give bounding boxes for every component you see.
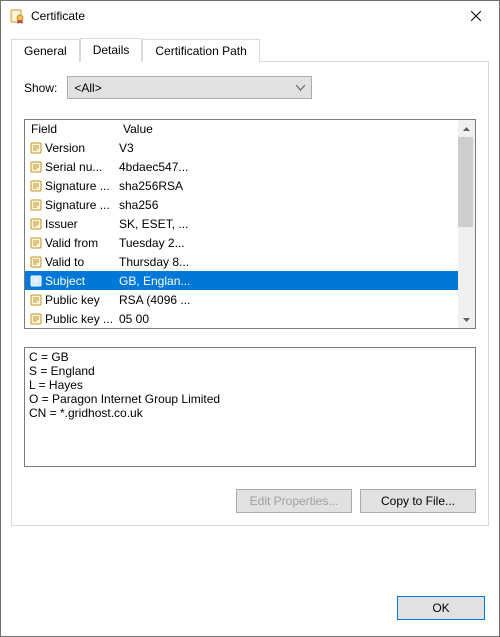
table-row[interactable]: Valid from Tuesday 2... [25,233,458,252]
tab-general[interactable]: General [11,39,80,62]
field-detail-text[interactable]: C = GB S = England L = Hayes O = Paragon… [24,347,476,467]
row-field: Public key ... [45,312,113,326]
row-value: 4bdaec547... [119,160,456,174]
table-row[interactable]: Valid to Thursday 8... [25,252,458,271]
cert-field-icon [29,255,42,268]
certificate-fields-list[interactable]: Field Value Version V3 Serial nu... 4bdaec5… [24,119,476,329]
header-field[interactable]: Field [25,120,117,138]
row-field: Subject [45,274,85,288]
row-value: V3 [119,141,456,155]
tab-details[interactable]: Details [80,38,143,62]
dialog-footer: OK [1,582,499,636]
certificate-icon [9,8,25,24]
dialog-content: General Details Certification Path Show:… [1,31,499,582]
row-value: SK, ESET, ... [119,217,456,231]
tab-certification-path[interactable]: Certification Path [142,39,259,62]
window-title: Certificate [31,9,453,23]
cert-field-icon [29,312,42,325]
chevron-down-icon [296,85,305,91]
cert-field-icon [29,179,42,192]
titlebar: Certificate [1,1,499,31]
row-field: Issuer [45,217,78,231]
row-value: Thursday 8... [119,255,456,269]
row-value: sha256RSA [119,179,456,193]
cert-field-icon [29,160,42,173]
scroll-up-button[interactable] [458,120,475,137]
cert-field-icon [29,141,42,154]
row-value: 05 00 [119,312,456,326]
edit-properties-button: Edit Properties... [236,489,352,513]
scroll-thumb[interactable] [458,137,473,227]
table-row[interactable]: Public key RSA (4096 ... [25,290,458,309]
row-field: Valid from [45,236,98,250]
cert-field-icon [29,217,42,230]
table-row[interactable]: Public key ... 05 00 [25,309,458,328]
row-field: Valid to [45,255,84,269]
certificate-dialog: Certificate General Details Certificatio… [0,0,500,637]
header-value[interactable]: Value [117,120,458,138]
close-icon [471,11,481,21]
row-value: RSA (4096 ... [119,293,456,307]
row-field: Version [45,141,85,155]
row-value: GB, Englan... [119,274,456,288]
row-field: Signature ... [45,179,110,193]
cert-field-icon [29,293,42,306]
close-button[interactable] [453,1,499,31]
scroll-down-button[interactable] [458,311,475,328]
show-filter-combo[interactable]: <All> [67,76,312,99]
table-row[interactable]: Serial nu... 4bdaec547... [25,157,458,176]
table-row[interactable]: Signature ... sha256RSA [25,176,458,195]
table-row[interactable]: Signature ... sha256 [25,195,458,214]
cert-field-icon [29,236,42,249]
cert-field-icon [29,198,42,211]
table-row[interactable]: Subject GB, Englan... [25,271,458,290]
scrollbar[interactable] [458,120,475,328]
show-filter-value: <All> [74,81,101,95]
row-value: Tuesday 2... [119,236,456,250]
tabstrip: General Details Certification Path [11,37,489,61]
copy-to-file-button[interactable]: Copy to File... [360,489,476,513]
row-value: sha256 [119,198,456,212]
ok-button[interactable]: OK [397,596,485,620]
row-field: Public key [45,293,100,307]
show-label: Show: [24,81,57,95]
row-field: Serial nu... [45,160,102,174]
row-field: Signature ... [45,198,110,212]
table-row[interactable]: Version V3 [25,138,458,157]
list-header: Field Value [25,120,458,138]
table-row[interactable]: Issuer SK, ESET, ... [25,214,458,233]
cert-field-icon [29,274,42,287]
tab-body-details: Show: <All> Field Value Versi [11,61,489,526]
